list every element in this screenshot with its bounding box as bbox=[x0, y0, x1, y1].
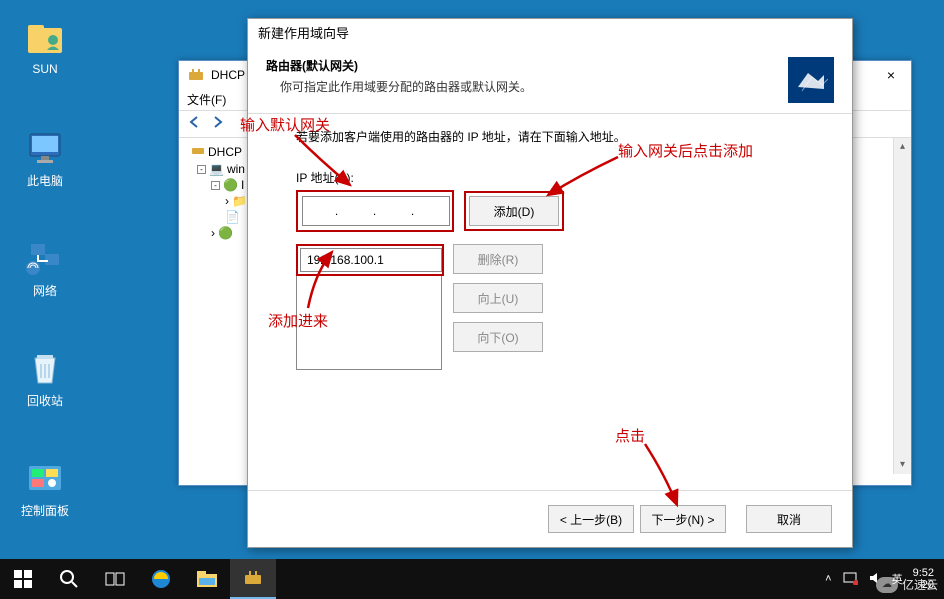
desktop-icon-sun[interactable]: SUN bbox=[10, 18, 80, 76]
scope-icon: 📁 bbox=[232, 194, 247, 208]
watermark-text: 亿速云 bbox=[902, 576, 938, 593]
add-button[interactable]: 添加(D) bbox=[469, 196, 559, 226]
scrollbar[interactable]: ▴ ▾ bbox=[893, 138, 911, 474]
desktop-icon-control-panel[interactable]: 控制面板 bbox=[10, 458, 80, 519]
dhcp-taskbar-icon[interactable] bbox=[230, 559, 276, 599]
close-button[interactable]: × bbox=[871, 61, 911, 89]
ip-address-label: IP 地址(P): bbox=[296, 169, 812, 186]
ipv6-icon: 🟢 bbox=[218, 226, 233, 240]
back-button[interactable]: < 上一步(B) bbox=[548, 505, 634, 533]
ip-address-input[interactable] bbox=[302, 196, 450, 226]
folder-user-icon bbox=[25, 18, 65, 58]
start-button[interactable] bbox=[0, 559, 46, 599]
new-scope-wizard-dialog: 新建作用域向导 路由器(默认网关) 你可指定此作用域要分配的路由器或默认网关。 … bbox=[247, 18, 853, 548]
tray-chevron-icon[interactable]: ˄ bbox=[825, 573, 831, 585]
mmc-title-text: DHCP bbox=[211, 68, 245, 82]
move-up-button[interactable]: 向上(U) bbox=[453, 283, 543, 313]
wizard-heading: 路由器(默认网关) bbox=[266, 57, 788, 74]
cancel-button[interactable]: 取消 bbox=[746, 505, 832, 533]
tree-server[interactable]: win bbox=[227, 162, 245, 176]
desktop-label: 此电脑 bbox=[10, 172, 80, 189]
nav-forward-icon[interactable] bbox=[209, 113, 227, 136]
nav-back-icon[interactable] bbox=[185, 113, 203, 136]
desktop-icon-this-pc[interactable]: 此电脑 bbox=[10, 128, 80, 189]
wizard-subheading: 你可指定此作用域要分配的路由器或默认网关。 bbox=[280, 78, 788, 95]
recycle-bin-icon bbox=[25, 348, 65, 388]
monitor-icon bbox=[25, 128, 65, 168]
move-down-button[interactable]: 向下(O) bbox=[453, 322, 543, 352]
network-icon bbox=[25, 238, 65, 278]
chevron-right-icon[interactable]: › bbox=[211, 226, 215, 240]
ipv4-icon: 🟢 bbox=[223, 178, 238, 192]
wizard-banner-icon bbox=[788, 57, 834, 103]
chevron-right-icon[interactable]: › bbox=[225, 194, 229, 208]
desktop-label: 网络 bbox=[10, 282, 80, 299]
tree-ipv4[interactable]: I bbox=[241, 178, 244, 192]
next-button[interactable]: 下一步(N) > bbox=[640, 505, 726, 533]
dhcp-icon bbox=[187, 66, 205, 84]
desktop-label: 控制面板 bbox=[10, 502, 80, 519]
ie-icon[interactable] bbox=[138, 559, 184, 599]
search-icon[interactable] bbox=[46, 559, 92, 599]
wizard-instruction: 若要添加客户端使用的路由器的 IP 地址，请在下面输入地址。 bbox=[296, 128, 812, 145]
wizard-title: 新建作用域向导 bbox=[248, 19, 852, 45]
scroll-up-icon[interactable]: ▴ bbox=[894, 138, 911, 156]
server-icon: 💻 bbox=[209, 162, 224, 176]
explorer-icon[interactable] bbox=[184, 559, 230, 599]
cloud-icon: ☁ bbox=[876, 577, 898, 593]
scroll-down-icon[interactable]: ▾ bbox=[894, 456, 911, 474]
watermark: ☁ 亿速云 bbox=[876, 576, 938, 593]
network-tray-icon[interactable] bbox=[842, 571, 858, 588]
desktop-icon-network[interactable]: 网络 bbox=[10, 238, 80, 299]
tree-item-icon: 📄 bbox=[225, 210, 240, 224]
task-view-icon[interactable] bbox=[92, 559, 138, 599]
dhcp-icon bbox=[191, 143, 205, 160]
remove-button[interactable]: 删除(R) bbox=[453, 244, 543, 274]
tree-root[interactable]: DHCP bbox=[208, 145, 242, 159]
desktop-label: SUN bbox=[10, 62, 80, 76]
gateway-listbox[interactable] bbox=[296, 276, 442, 370]
control-panel-icon bbox=[25, 458, 65, 498]
desktop-label: 回收站 bbox=[10, 392, 80, 409]
desktop-icon-recycle-bin[interactable]: 回收站 bbox=[10, 348, 80, 409]
gateway-list-entry[interactable] bbox=[300, 248, 442, 272]
taskbar: ˄ 英 9:52 20 bbox=[0, 559, 944, 599]
